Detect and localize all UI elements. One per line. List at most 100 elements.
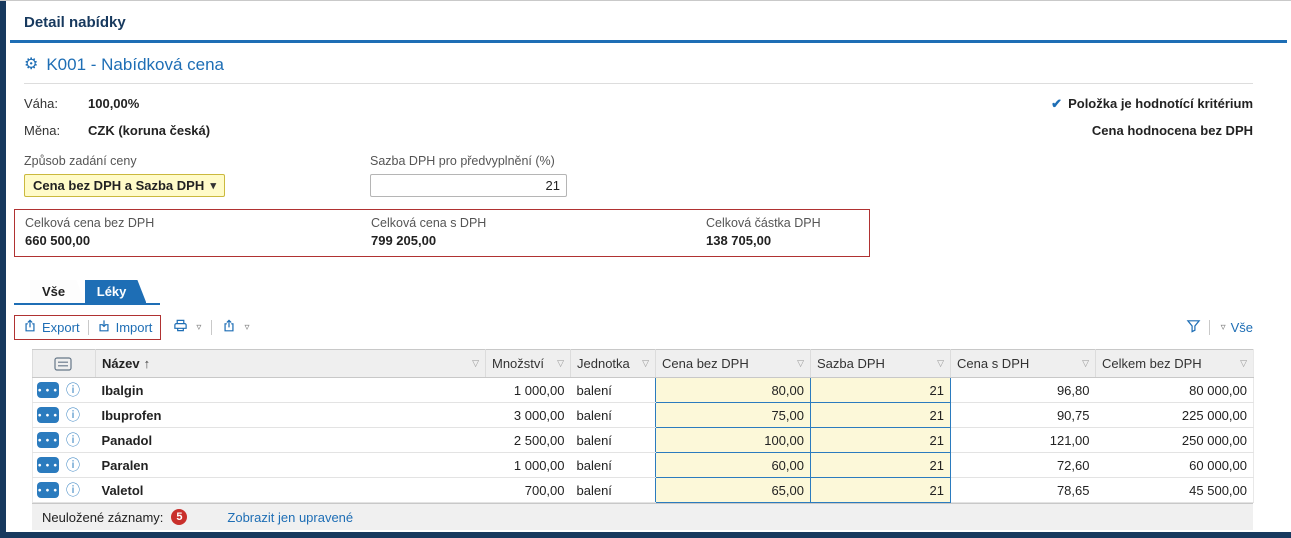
title-divider (10, 40, 1287, 43)
info-icon[interactable]: ⓘ (66, 433, 80, 447)
criterion-title: K001 - Nabídková cena (46, 55, 224, 75)
col-header-celkem-bez-dph[interactable]: Celkem bez DPH▽ (1096, 350, 1254, 378)
cell-sazba-dph-input[interactable]: 21 (811, 378, 951, 403)
separator (211, 320, 212, 335)
criterion-section-header: ⚙ K001 - Nabídková cena (24, 55, 1253, 84)
column-filter-icon[interactable]: ▽ (797, 358, 804, 369)
cell-celkem-bez-dph: 80 000,00 (1096, 378, 1254, 403)
cell-celkem-bez-dph: 225 000,00 (1096, 403, 1254, 428)
weight-value: 100,00% (88, 96, 139, 111)
cell-sazba-dph-input[interactable]: 21 (811, 403, 951, 428)
column-filter-icon[interactable]: ▽ (557, 358, 564, 369)
cell-celkem-bez-dph: 60 000,00 (1096, 453, 1254, 478)
row-actions-button[interactable]: ● ● ● (37, 482, 59, 498)
cell-sazba-dph-input[interactable]: 21 (811, 428, 951, 453)
weight-label: Váha: (24, 96, 88, 111)
cell-mnozstvi: 1 000,00 (486, 453, 571, 478)
cell-jednotka: balení (571, 478, 656, 503)
import-button[interactable]: Import (97, 319, 153, 336)
check-icon: ✔ (1051, 96, 1062, 112)
column-filter-icon[interactable]: ▽ (937, 358, 944, 369)
vat-note: Cena hodnocena bez DPH (1092, 123, 1253, 138)
info-icon[interactable]: ⓘ (66, 408, 80, 422)
row-actions-button[interactable]: ● ● ● (37, 432, 59, 448)
cell-celkem-bez-dph: 45 500,00 (1096, 478, 1254, 503)
column-settings-icon[interactable] (37, 357, 89, 371)
cell-cena-bez-dph-input[interactable]: 60,00 (656, 453, 811, 478)
total-without-vat-label: Celková cena bez DPH (25, 216, 371, 230)
cell-cena-s-dph: 90,75 (951, 403, 1096, 428)
currency-value: CZK (koruna česká) (88, 123, 210, 138)
cell-nazev: Valetol (96, 478, 486, 503)
row-actions-button[interactable]: ● ● ● (37, 382, 59, 398)
vat-rate-input[interactable] (370, 174, 567, 197)
price-mode-selected-value: Cena bez DPH a Sazba DPH (33, 178, 204, 193)
col-header-mnozstvi[interactable]: Množství▽ (486, 350, 571, 378)
cell-cena-bez-dph-input[interactable]: 75,00 (656, 403, 811, 428)
total-with-vat-value: 799 205,00 (371, 233, 706, 248)
separator (88, 320, 89, 335)
chevron-down-icon: ▿ (244, 322, 249, 333)
price-mode-select[interactable]: Cena bez DPH a Sazba DPH ▾ (24, 174, 225, 197)
criterion-note: Položka je hodnotící kritérium (1068, 96, 1253, 111)
column-filter-icon[interactable]: ▽ (1240, 358, 1247, 369)
import-icon (97, 319, 111, 336)
gears-icon: ⚙ (24, 57, 38, 73)
cell-cena-bez-dph-input[interactable]: 100,00 (656, 428, 811, 453)
info-icon[interactable]: ⓘ (66, 383, 80, 397)
bottom-scrollbar[interactable] (0, 532, 1291, 538)
cell-sazba-dph-input[interactable]: 21 (811, 478, 951, 503)
tab-leky[interactable]: Léky (85, 280, 147, 303)
table-header-row: Název ↑ ▽ Množství▽ Jednotka▽ Cena bez D… (33, 350, 1254, 378)
printer-icon (173, 318, 188, 336)
table-row: ● ● ● ⓘ Ibalgin 1 000,00 balení 80,00 21… (33, 378, 1254, 403)
cell-cena-bez-dph-input[interactable]: 80,00 (656, 378, 811, 403)
show-edited-link[interactable]: Zobrazit jen upravené (227, 510, 353, 525)
unsaved-records-label: Neuložené záznamy: (42, 510, 163, 525)
table-row: ● ● ● ⓘ Paralen 1 000,00 balení 60,00 21… (33, 453, 1254, 478)
cell-mnozstvi: 2 500,00 (486, 428, 571, 453)
vat-rate-label: Sazba DPH pro předvyplnění (%) (370, 154, 567, 171)
column-filter-icon[interactable]: ▽ (472, 358, 479, 369)
separator (1209, 320, 1210, 335)
row-actions-button[interactable]: ● ● ● (37, 457, 59, 473)
view-selector[interactable]: ▿ Vše (1218, 320, 1253, 335)
col-header-nazev[interactable]: Název ↑ ▽ (96, 350, 486, 378)
total-vat-amount-value: 138 705,00 (706, 233, 821, 248)
page-title: Detail nabídky (6, 1, 1291, 40)
export-icon (23, 319, 37, 336)
view-selector-label: Vše (1231, 320, 1253, 335)
share-export-button[interactable]: ▿ (222, 319, 249, 336)
filter-button[interactable] (1186, 318, 1201, 336)
column-filter-icon[interactable]: ▽ (1082, 358, 1089, 369)
col-header-cena-bez-dph[interactable]: Cena bez DPH▽ (656, 350, 811, 378)
col-header-sazba-dph[interactable]: Sazba DPH▽ (811, 350, 951, 378)
column-filter-icon[interactable]: ▽ (642, 358, 649, 369)
total-vat-amount-label: Celková částka DPH (706, 216, 821, 230)
cell-nazev: Paralen (96, 453, 486, 478)
print-button[interactable]: ▿ (173, 318, 201, 336)
col-header-cena-s-dph[interactable]: Cena s DPH▽ (951, 350, 1096, 378)
info-icon[interactable]: ⓘ (66, 458, 80, 472)
share-icon (222, 319, 236, 336)
cell-jednotka: balení (571, 378, 656, 403)
tab-vse[interactable]: Vše (30, 280, 85, 303)
cell-mnozstvi: 3 000,00 (486, 403, 571, 428)
table-footer: Neuložené záznamy: 5 Zobrazit jen uprave… (32, 503, 1253, 530)
col-header-jednotka[interactable]: Jednotka▽ (571, 350, 656, 378)
export-import-group: Export Import (14, 315, 161, 340)
cell-sazba-dph-input[interactable]: 21 (811, 453, 951, 478)
cell-cena-s-dph: 78,65 (951, 478, 1096, 503)
cell-cena-s-dph: 121,00 (951, 428, 1096, 453)
chevron-down-icon: ▿ (1221, 322, 1226, 333)
table-row: ● ● ● ⓘ Ibuprofen 3 000,00 balení 75,00 … (33, 403, 1254, 428)
tab-bar: Vše Léky (14, 280, 160, 305)
cell-mnozstvi: 700,00 (486, 478, 571, 503)
items-table: Název ↑ ▽ Množství▽ Jednotka▽ Cena bez D… (32, 349, 1254, 503)
cell-cena-bez-dph-input[interactable]: 65,00 (656, 478, 811, 503)
export-button[interactable]: Export (23, 319, 80, 336)
cell-cena-s-dph: 96,80 (951, 378, 1096, 403)
cell-jednotka: balení (571, 428, 656, 453)
row-actions-button[interactable]: ● ● ● (37, 407, 59, 423)
info-icon[interactable]: ⓘ (66, 483, 80, 497)
